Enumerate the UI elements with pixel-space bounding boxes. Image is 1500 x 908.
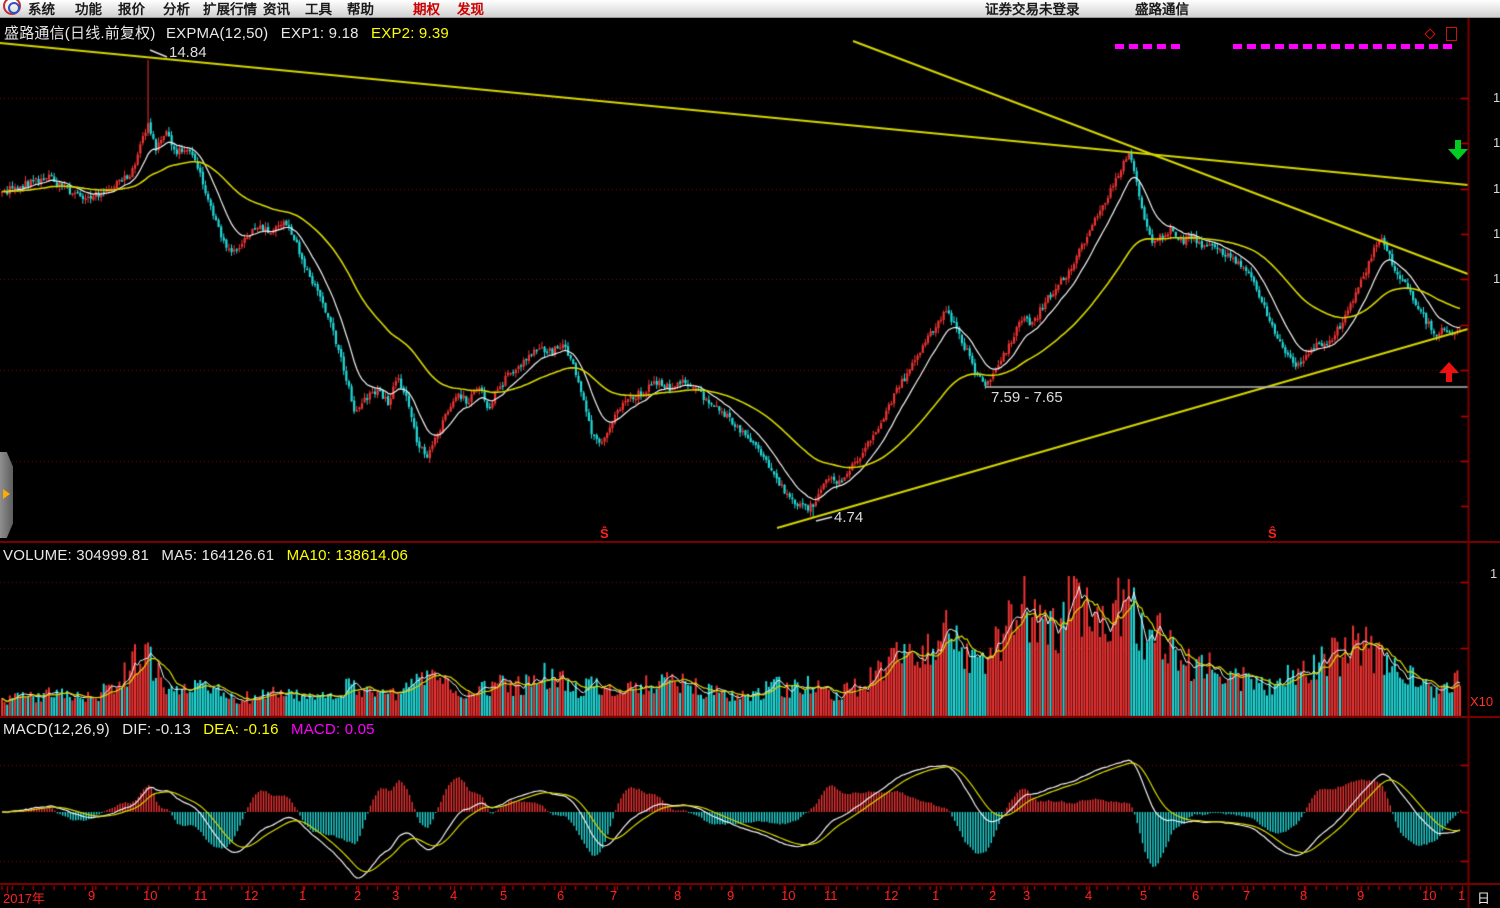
axis-price-label-partial: 1 (1493, 226, 1500, 241)
volume-scale-label: X10 (1470, 694, 1493, 709)
volume-value: VOLUME: 304999.81 (3, 547, 149, 564)
axis-month-label: 1 (932, 888, 939, 903)
axis-month-label: 1 (299, 888, 306, 903)
menu-item-功能[interactable]: 功能 (75, 0, 102, 18)
status-stock-name: 盛路通信 (1135, 0, 1189, 18)
panel-separator (0, 883, 1500, 885)
axis-month-label: 11 (194, 888, 208, 903)
chart-title-indicator: EXPMA(12,50) (166, 25, 268, 42)
axis-month-label: 10 (1422, 888, 1436, 903)
volume-ma10-value: MA10: 138614.06 (287, 547, 408, 564)
red-up-arrow-icon[interactable] (1439, 362, 1459, 373)
panel-separator (0, 716, 1500, 718)
app-logo-icon (3, 0, 21, 15)
menu-item-发现[interactable]: 发现 (457, 0, 484, 18)
axis-month-label: 5 (1140, 888, 1147, 903)
status-trade-login: 证券交易未登录 (985, 0, 1080, 18)
axis-price-label-partial: 1 (1493, 271, 1500, 286)
kline-chart-canvas[interactable] (0, 0, 1500, 908)
sell-signal-marker: Ŝ (600, 526, 609, 541)
axis-month-label: 9 (1357, 888, 1364, 903)
axis-month-label: 9 (88, 888, 95, 903)
red-up-arrow-icon[interactable] (1446, 372, 1452, 382)
price-annotation-low: 4.74 (834, 509, 863, 526)
menu-item-帮助[interactable]: 帮助 (347, 0, 374, 18)
axis-month-label: 10 (143, 888, 157, 903)
axis-month-label: 2017年 (3, 888, 45, 907)
menu-item-工具[interactable]: 工具 (305, 0, 332, 18)
trading-app-window: 证券交易未登录 盛路通信 系统 功能报价分析扩展行情资讯工具帮助 期权发现 盛路通信… (0, 0, 1500, 908)
dif-value: DIF: -0.13 (122, 721, 191, 738)
macd-value: MACD: 0.05 (291, 721, 375, 738)
menu-item-资讯[interactable]: 资讯 (263, 0, 290, 18)
volume-header: VOLUME: 304999.81 MA5: 164126.61 MA10: 1… (3, 547, 408, 564)
axis-price-label-partial: 1 (1493, 90, 1500, 105)
left-panel-expand-tab[interactable] (0, 452, 13, 538)
axis-month-label: 2 (989, 888, 996, 903)
axis-month-label: 4 (1085, 888, 1092, 903)
price-annotation-high: 14.84 (169, 44, 207, 61)
chart-title: 盛路通信(日线.前复权) EXPMA(12,50) EXP1: 9.18 EXP… (4, 22, 449, 43)
menu-item-系统[interactable]: 系统 (28, 0, 55, 18)
axis-month-label: 12 (244, 888, 258, 903)
axis-month-label: 5 (500, 888, 507, 903)
axis-month-label: 6 (1192, 888, 1199, 903)
sell-signal-marker: Ŝ (1268, 526, 1277, 541)
menu-item-报价[interactable]: 报价 (118, 0, 145, 18)
dashed-drawing-marker[interactable] (1115, 44, 1183, 49)
axis-month-label: 1 (1458, 888, 1465, 903)
dea-value: DEA: -0.16 (203, 721, 278, 738)
axis-month-label: 3 (1023, 888, 1030, 903)
axis-month-label: 7 (610, 888, 617, 903)
axis-month-label: 10 (781, 888, 795, 903)
exp1-value: EXP1: 9.18 (281, 25, 359, 42)
panel-separator (0, 541, 1500, 543)
axis-price-label-partial: 1 (1493, 135, 1500, 150)
axis-month-label: 8 (674, 888, 681, 903)
volume-ma5-value: MA5: 164126.61 (161, 547, 274, 564)
axis-month-label: 11 (824, 888, 838, 903)
volume-axis-label-partial: 1 (1490, 566, 1497, 581)
axis-month-label: 3 (392, 888, 399, 903)
axis-month-label: 8 (1300, 888, 1307, 903)
axis-price-label-partial: 1 (1493, 181, 1500, 196)
macd-params: MACD(12,26,9) (3, 721, 110, 738)
chart-title-name: 盛路通信(日线.前复权) (4, 25, 156, 42)
exp2-value: EXP2: 9.39 (371, 25, 449, 42)
axis-month-label: 7 (1243, 888, 1250, 903)
app-menubar: 证券交易未登录 盛路通信 系统 功能报价分析扩展行情资讯工具帮助 期权发现 (0, 0, 1500, 18)
axis-month-label: 4 (450, 888, 457, 903)
axis-month-label: 2 (354, 888, 361, 903)
green-down-arrow-icon[interactable] (1448, 149, 1468, 160)
menu-item-期权[interactable]: 期权 (413, 0, 440, 18)
axis-month-label: 6 (557, 888, 564, 903)
price-annotation-range: 7.59 - 7.65 (991, 389, 1063, 406)
menu-item-分析[interactable]: 分析 (163, 0, 190, 18)
period-day-label[interactable]: 日 (1477, 888, 1490, 907)
axis-month-label: 9 (727, 888, 734, 903)
green-down-arrow-icon[interactable] (1455, 140, 1461, 149)
dashed-drawing-marker[interactable] (1233, 44, 1452, 49)
rect-tool-icon[interactable] (1446, 27, 1457, 41)
axis-month-label: 12 (884, 888, 898, 903)
menu-item-扩展行情[interactable]: 扩展行情 (203, 0, 257, 18)
macd-header: MACD(12,26,9) DIF: -0.13 DEA: -0.16 MACD… (3, 721, 375, 738)
expand-arrow-icon (3, 489, 10, 499)
